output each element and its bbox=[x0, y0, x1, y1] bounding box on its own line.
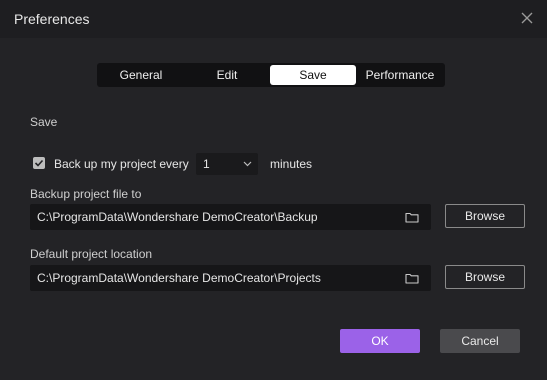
close-icon[interactable] bbox=[517, 8, 537, 28]
backup-checkbox-label: Back up my project every bbox=[54, 157, 189, 171]
tab-edit[interactable]: Edit bbox=[185, 65, 269, 85]
section-title: Save bbox=[30, 115, 58, 129]
default-location-browse-button[interactable]: Browse bbox=[445, 265, 525, 289]
backup-path-field[interactable]: C:\ProgramData\Wondershare DemoCreator\B… bbox=[30, 204, 431, 230]
ok-button[interactable]: OK bbox=[340, 329, 420, 353]
default-location-label: Default project location bbox=[30, 247, 153, 261]
backup-checkbox[interactable] bbox=[33, 157, 45, 169]
interval-unit-label: minutes bbox=[270, 157, 313, 171]
backup-browse-button[interactable]: Browse bbox=[445, 204, 525, 228]
backup-interval-value: 1 bbox=[203, 157, 210, 171]
backup-path-value: C:\ProgramData\Wondershare DemoCreator\B… bbox=[37, 210, 318, 224]
folder-icon[interactable] bbox=[405, 210, 419, 228]
tab-general[interactable]: General bbox=[99, 65, 183, 85]
tab-save[interactable]: Save bbox=[270, 65, 356, 85]
backup-interval-select[interactable]: 1 bbox=[196, 153, 258, 175]
tab-performance[interactable]: Performance bbox=[357, 65, 443, 85]
tab-bar: General Edit Save Performance bbox=[97, 63, 445, 87]
cancel-button[interactable]: Cancel bbox=[440, 329, 520, 353]
default-location-field[interactable]: C:\ProgramData\Wondershare DemoCreator\P… bbox=[30, 265, 431, 291]
chevron-down-icon bbox=[243, 161, 252, 167]
default-location-value: C:\ProgramData\Wondershare DemoCreator\P… bbox=[37, 271, 321, 285]
backup-path-label: Backup project file to bbox=[30, 187, 142, 201]
folder-icon[interactable] bbox=[405, 271, 419, 289]
window-title: Preferences bbox=[14, 11, 90, 27]
title-bar: Preferences bbox=[0, 0, 547, 38]
check-icon bbox=[34, 159, 44, 167]
